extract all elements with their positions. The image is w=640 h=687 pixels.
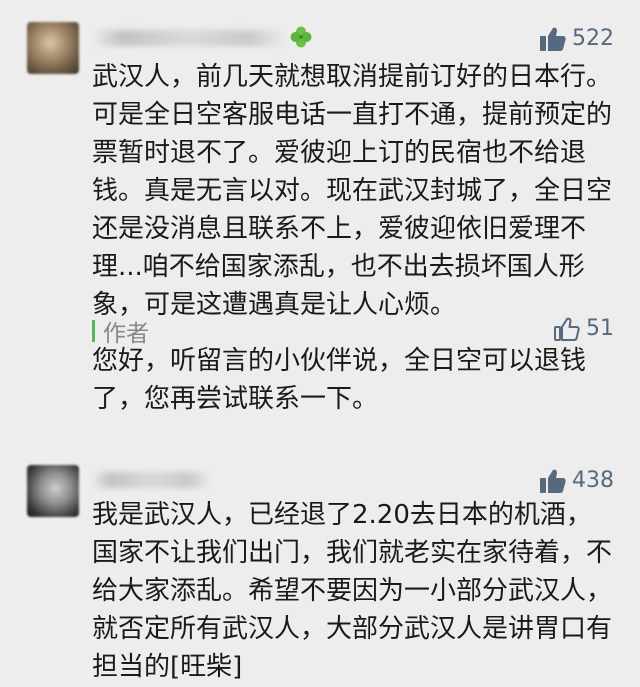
author-reply-text: 您好，听留言的小伙伴说，全日空可以退钱了，您再尝试联系一下。: [92, 346, 587, 414]
comment-text: 武汉人，前几天就想取消提前订好的日本行。可是全日空客服电话一直打不通，提前预定的…: [92, 62, 613, 320]
four-leaf-clover-icon: [290, 26, 312, 48]
like-count: 522: [572, 26, 614, 51]
like-button[interactable]: 438: [540, 468, 614, 493]
thumbs-up-filled-icon: [540, 27, 566, 51]
author-accent-bar: [92, 320, 95, 342]
author-like-button[interactable]: 51: [554, 316, 614, 341]
avatar[interactable]: [27, 465, 79, 517]
author-like-count: 51: [586, 316, 614, 341]
like-count: 438: [572, 468, 614, 493]
comment-text: 我是武汉人，已经退了2.20去日本的机酒，国家不让我们出门，我们就老实在家待着，…: [92, 500, 613, 682]
thumbs-up-outline-icon: [554, 317, 580, 341]
nickname-blurred: [92, 472, 212, 488]
like-button[interactable]: 522: [540, 26, 614, 51]
nickname-blurred: [92, 30, 287, 46]
thumbs-up-filled-icon: [540, 469, 566, 493]
avatar[interactable]: [27, 22, 79, 74]
